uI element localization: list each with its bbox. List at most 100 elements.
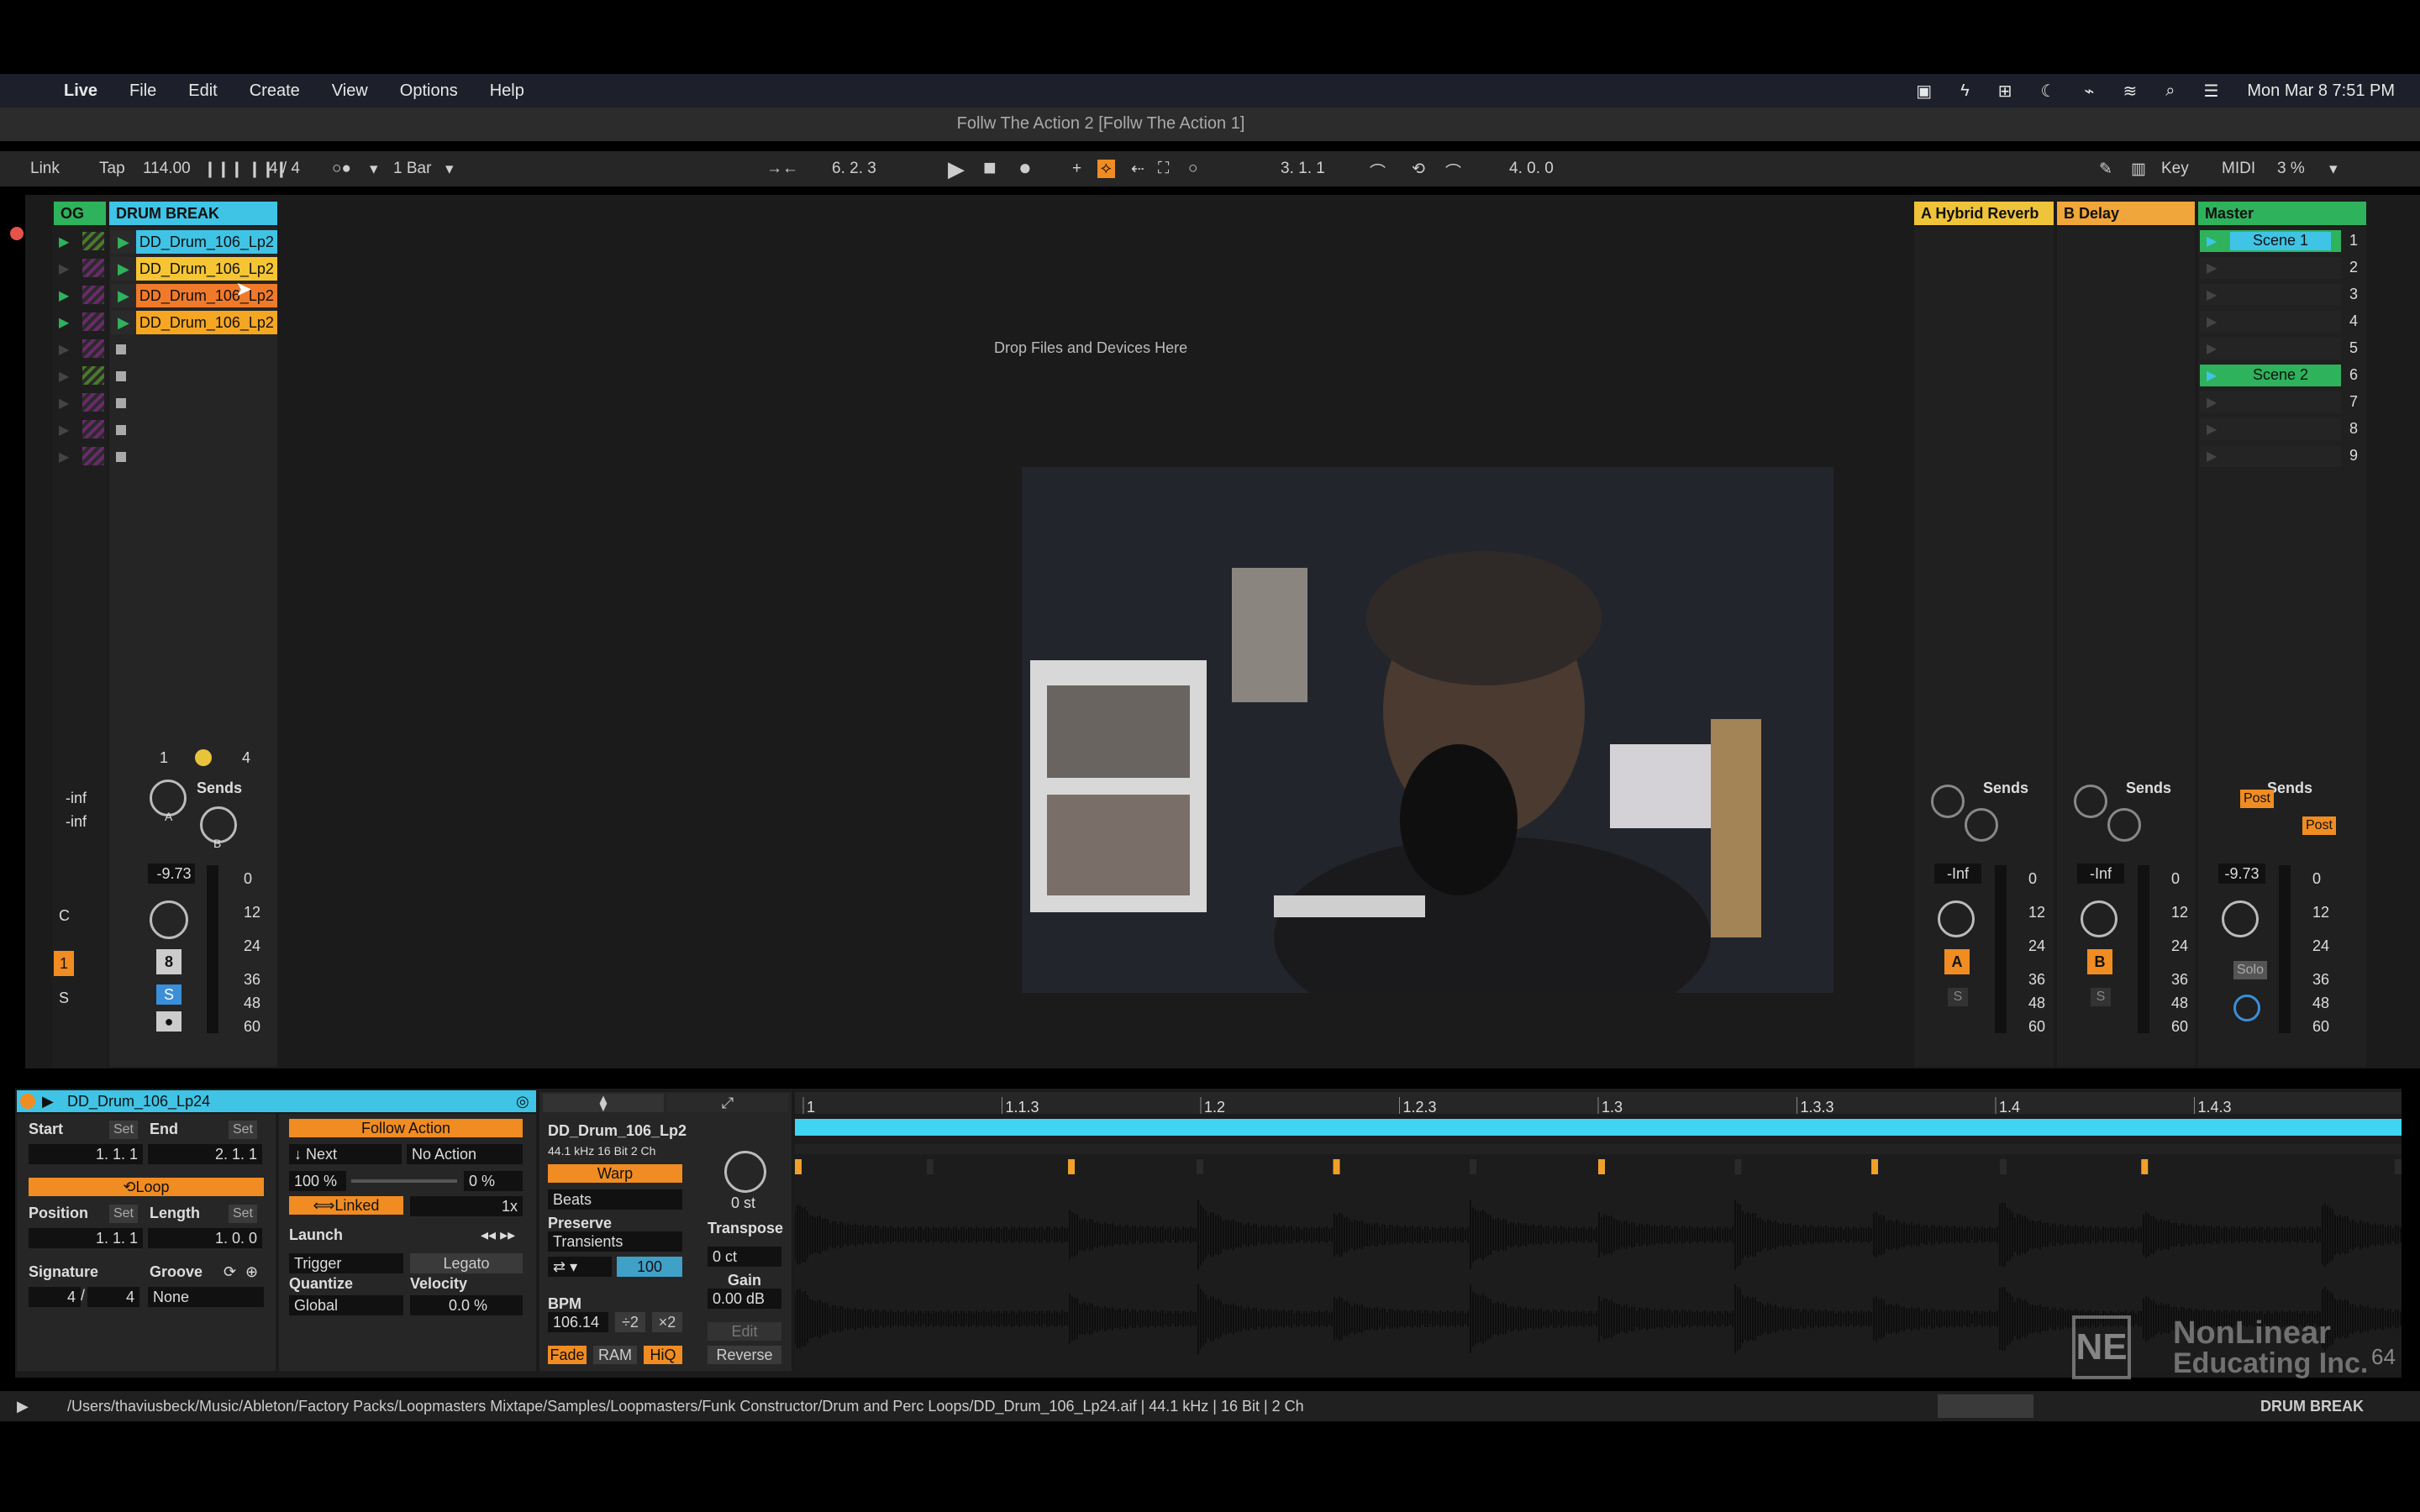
fade-button[interactable]: Fade (548, 1346, 587, 1364)
save-default-icon[interactable]: ◎ (516, 1093, 529, 1110)
play-icon[interactable]: ▶ (2207, 233, 2217, 249)
length-field[interactable]: 1. 0. 0 (148, 1228, 262, 1248)
start-field[interactable]: 1. 1. 1 (29, 1144, 143, 1164)
position-set-button[interactable]: Set (109, 1205, 138, 1223)
play-icon[interactable]: ▶ (118, 314, 129, 331)
return-b-solo-button[interactable]: S (2091, 988, 2111, 1006)
clip-slot[interactable]: ▶ DD_Drum_106_Lp2 (111, 230, 277, 254)
play-icon[interactable]: ▶ (2207, 340, 2217, 357)
scene-slot[interactable]: ▶ (2200, 391, 2341, 413)
clip-stop-stripe[interactable] (82, 259, 104, 277)
chance-slider[interactable] (351, 1179, 457, 1183)
link-button[interactable]: Link (30, 160, 60, 178)
capture-icon[interactable]: ⛶ (1158, 160, 1169, 178)
scene-launch-icon[interactable]: ▶ (59, 287, 69, 304)
length-set-button[interactable]: Set (229, 1205, 257, 1223)
return-b-volume-field[interactable]: -Inf (2077, 864, 2124, 884)
loop-mode-menu[interactable]: ⇄ ▾ (548, 1257, 612, 1277)
play-icon[interactable]: ▶ (2207, 286, 2217, 303)
gain-field[interactable]: 0.00 dB (708, 1289, 781, 1309)
preserve-menu[interactable]: Transients (548, 1231, 682, 1252)
edit-button[interactable]: Edit (708, 1322, 781, 1341)
clip-stop-button[interactable] (116, 398, 126, 408)
nudge-buttons-icon[interactable]: ◂◂ ▸▸ (481, 1226, 515, 1244)
scene-launch-icon[interactable]: ▶ (59, 260, 69, 277)
control-center-icon[interactable]: ☰ (2203, 81, 2218, 102)
play-icon[interactable]: ▶ (2207, 260, 2217, 276)
return-a-send-a-knob[interactable] (1931, 785, 1965, 818)
clip-stop-stripe[interactable] (82, 286, 104, 304)
bolt-icon[interactable]: ϟ (1960, 81, 1970, 101)
punch-in-icon[interactable]: ⌒ (1370, 160, 1386, 182)
start-set-button[interactable]: Set (109, 1121, 138, 1139)
cue-volume-knob[interactable] (2233, 995, 2260, 1021)
transpose-knob[interactable] (724, 1151, 766, 1193)
groove-hot-swap-icon[interactable]: ⟳ (224, 1263, 236, 1281)
arm-button[interactable]: ● (156, 1011, 182, 1032)
play-icon[interactable]: ▶ (17, 1398, 29, 1415)
warp-marker[interactable] (1871, 1159, 1879, 1174)
chance-b-field[interactable]: 0 % (464, 1171, 523, 1191)
group-track-header[interactable]: OG (54, 202, 106, 225)
menu-create[interactable]: Create (250, 81, 300, 101)
wifi-icon[interactable]: ≋ (2123, 81, 2137, 102)
end-field[interactable]: 2. 1. 1 (148, 1144, 262, 1164)
play-icon[interactable]: ▶ (2207, 367, 2217, 384)
master-volume-field[interactable]: -9.73 (2218, 864, 2265, 884)
play-icon[interactable]: ▶ (2207, 421, 2217, 438)
warp-button[interactable]: Warp (548, 1164, 682, 1183)
scene-launch-icon[interactable]: ▶ (59, 234, 69, 250)
clip-stop-stripe[interactable] (82, 366, 104, 385)
screen-record-icon[interactable]: ▣ (1916, 81, 1932, 102)
clip-slot[interactable]: ▶ DD_Drum_106_Lp2 (111, 257, 277, 281)
detune-field[interactable]: 0 ct (708, 1247, 781, 1267)
menu-live[interactable]: Live (64, 81, 97, 101)
warp-marker[interactable] (1470, 1159, 1477, 1174)
warp-marker[interactable] (1734, 1159, 1742, 1174)
chevron-down-icon[interactable]: ▾ (370, 160, 378, 179)
envelope-field[interactable]: 100 (617, 1257, 682, 1277)
loop-button[interactable]: ⟲ Loop (29, 1178, 264, 1196)
scene-slot[interactable]: ▶ (2200, 445, 2341, 467)
arrangement-position-field[interactable]: 6. 2. 3 (832, 160, 876, 178)
clip-activator-button[interactable] (20, 1094, 35, 1109)
scene-slot[interactable]: ▶ (2200, 311, 2341, 333)
return-a-solo-button[interactable]: S (1948, 988, 1968, 1006)
warp-marker[interactable] (926, 1159, 934, 1174)
stop-icon[interactable]: ■ (983, 155, 997, 181)
menubar-clock[interactable]: Mon Mar 8 7:51 PM (2247, 81, 2395, 101)
clip-stop-button[interactable] (116, 371, 126, 381)
record-icon[interactable]: ● (1018, 155, 1032, 181)
warp-marker[interactable] (795, 1159, 802, 1174)
automation-arm-icon[interactable]: ⟡ (1097, 160, 1115, 178)
follow-action-b-menu[interactable]: No Action (407, 1144, 523, 1164)
scene-launch-icon[interactable]: ▶ (59, 368, 69, 385)
warp-mode-menu[interactable]: Beats (548, 1189, 682, 1210)
play-icon[interactable]: ▶ (118, 287, 129, 304)
clip-stop-stripe[interactable] (82, 420, 104, 438)
scene-slot[interactable]: ▶ (2200, 338, 2341, 360)
scene-slot[interactable]: ▶ Scene 2 (2200, 365, 2341, 386)
clip-slot[interactable]: ▶ DD_Drum_106_Lp2 (111, 311, 277, 334)
draw-mode-icon[interactable]: ✎ (2099, 160, 2112, 179)
return-a-header[interactable]: A Hybrid Reverb (1914, 202, 2054, 225)
loop-length-field[interactable]: 4. 0. 0 (1509, 160, 1554, 178)
overdub-icon[interactable]: + (1072, 160, 1081, 178)
master-post-button-2[interactable]: Post (2302, 816, 2336, 835)
scene-slot[interactable]: ▶ (2200, 284, 2341, 306)
warp-marker[interactable] (2141, 1159, 2149, 1174)
loop-start-field[interactable]: 3. 1. 1 (1281, 160, 1325, 178)
warp-marker[interactable] (2395, 1159, 2402, 1174)
scene-launch-icon[interactable]: ▶ (59, 341, 69, 358)
legato-button[interactable]: Legato (410, 1253, 523, 1273)
warp-marker[interactable] (2000, 1159, 2007, 1174)
signature-denominator[interactable]: 4 (87, 1287, 139, 1307)
menu-file[interactable]: File (129, 81, 156, 101)
master-solo-button[interactable]: Solo (2233, 961, 2267, 979)
moon-icon[interactable]: ☾ (2040, 81, 2055, 102)
menu-edit[interactable]: Edit (188, 81, 217, 101)
bpm-field[interactable]: 106.14 (548, 1312, 608, 1332)
end-set-button[interactable]: Set (229, 1121, 257, 1139)
scene-launch-icon[interactable]: ▶ (59, 422, 69, 438)
mute-icon[interactable]: ⌁ (2084, 81, 2094, 102)
